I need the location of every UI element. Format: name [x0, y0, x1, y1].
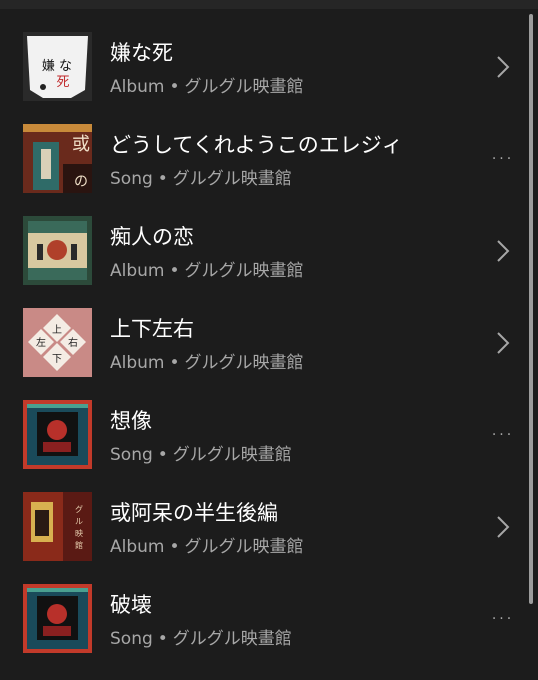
item-artist: グルグル映畫館	[184, 537, 304, 557]
item-title: 痴人の恋	[110, 225, 194, 249]
item-type: Album	[110, 537, 165, 557]
item-type: Song	[110, 169, 153, 189]
separator-dot: •	[169, 261, 180, 281]
list-item[interactable]: 嫌 な 死 嫌な死 Album • グルグル映畫館	[0, 22, 538, 114]
item-artist: グルグル映畫館	[172, 445, 292, 465]
album-art	[23, 584, 92, 653]
svg-text:の: の	[74, 174, 88, 190]
item-artist: グルグル映畫館	[184, 261, 304, 281]
svg-text:嫌 な: 嫌 な	[42, 59, 72, 74]
item-subtitle: Song • グルグル映畫館	[110, 440, 292, 465]
separator-dot: •	[169, 353, 180, 373]
item-title: どうしてくれようこのエレジィ	[110, 133, 403, 157]
svg-text:グ: グ	[75, 504, 83, 514]
item-type: Album	[110, 261, 165, 281]
svg-text:ル: ル	[75, 517, 83, 526]
item-title: 或阿呆の半生後編	[110, 501, 278, 525]
chevron-right-icon[interactable]	[490, 328, 516, 358]
item-type: Song	[110, 629, 153, 649]
more-icon[interactable]: ···	[490, 604, 516, 634]
item-type: Album	[110, 353, 165, 373]
more-icon[interactable]: ···	[490, 420, 516, 450]
svg-text:映: 映	[75, 528, 83, 538]
item-artist: グルグル映畫館	[184, 77, 304, 97]
separator-dot: •	[157, 169, 168, 189]
svg-text:館: 館	[75, 540, 83, 550]
svg-text:下: 下	[52, 354, 62, 365]
list-item[interactable]: 上 下 左 右 上下左右 Album • グルグル映畫館	[0, 298, 538, 390]
list-item[interactable]: 想像 Song • グルグル映畫館 ···	[0, 390, 538, 482]
item-subtitle: Song • グルグル映畫館	[110, 624, 292, 649]
svg-text:上: 上	[52, 324, 62, 336]
item-artist: グルグル映畫館	[184, 353, 304, 373]
svg-text:死: 死	[56, 75, 69, 90]
top-bar	[0, 0, 538, 9]
more-icon[interactable]: ···	[490, 144, 516, 174]
chevron-right-icon[interactable]	[490, 52, 516, 82]
album-art	[23, 400, 92, 469]
album-art: 上 下 左 右	[23, 308, 92, 377]
chevron-right-icon[interactable]	[490, 512, 516, 542]
album-art	[23, 216, 92, 285]
separator-dot: •	[157, 445, 168, 465]
list-item[interactable]: 破壊 Song • グルグル映畫館 ···	[0, 574, 538, 666]
svg-text:左: 左	[36, 336, 46, 349]
item-type: Album	[110, 77, 165, 97]
item-title: 嫌な死	[110, 41, 173, 65]
list-item[interactable]: 或 の どうしてくれようこのエレジィ Song • グルグル映畫館 ···	[0, 114, 538, 206]
item-subtitle: Album • グルグル映畫館	[110, 348, 304, 373]
item-artist: グルグル映畫館	[172, 629, 292, 649]
album-art: 嫌 な 死	[23, 32, 92, 101]
item-type: Song	[110, 445, 153, 465]
list-item[interactable]: グ ル 映 館 或阿呆の半生後編 Album • グルグル映畫館	[0, 482, 538, 574]
item-title: 破壊	[110, 593, 152, 617]
separator-dot: •	[157, 629, 168, 649]
item-subtitle: Album • グルグル映畫館	[110, 256, 304, 281]
item-subtitle: Album • グルグル映畫館	[110, 72, 304, 97]
item-subtitle: Album • グルグル映畫館	[110, 532, 304, 557]
separator-dot: •	[169, 537, 180, 557]
item-artist: グルグル映畫館	[172, 169, 292, 189]
chevron-right-icon[interactable]	[490, 236, 516, 266]
album-art: 或 の	[23, 124, 92, 193]
results-list: 嫌 な 死 嫌な死 Album • グルグル映畫館 或 の どうしてくれようこのエレ…	[0, 22, 538, 666]
item-subtitle: Song • グルグル映畫館	[110, 164, 292, 189]
album-art: グ ル 映 館	[23, 492, 92, 561]
item-title: 上下左右	[110, 317, 194, 341]
item-title: 想像	[110, 409, 152, 433]
svg-text:右: 右	[68, 336, 78, 349]
separator-dot: •	[169, 77, 180, 97]
list-item[interactable]: 痴人の恋 Album • グルグル映畫館	[0, 206, 538, 298]
svg-text:或: 或	[72, 134, 90, 155]
